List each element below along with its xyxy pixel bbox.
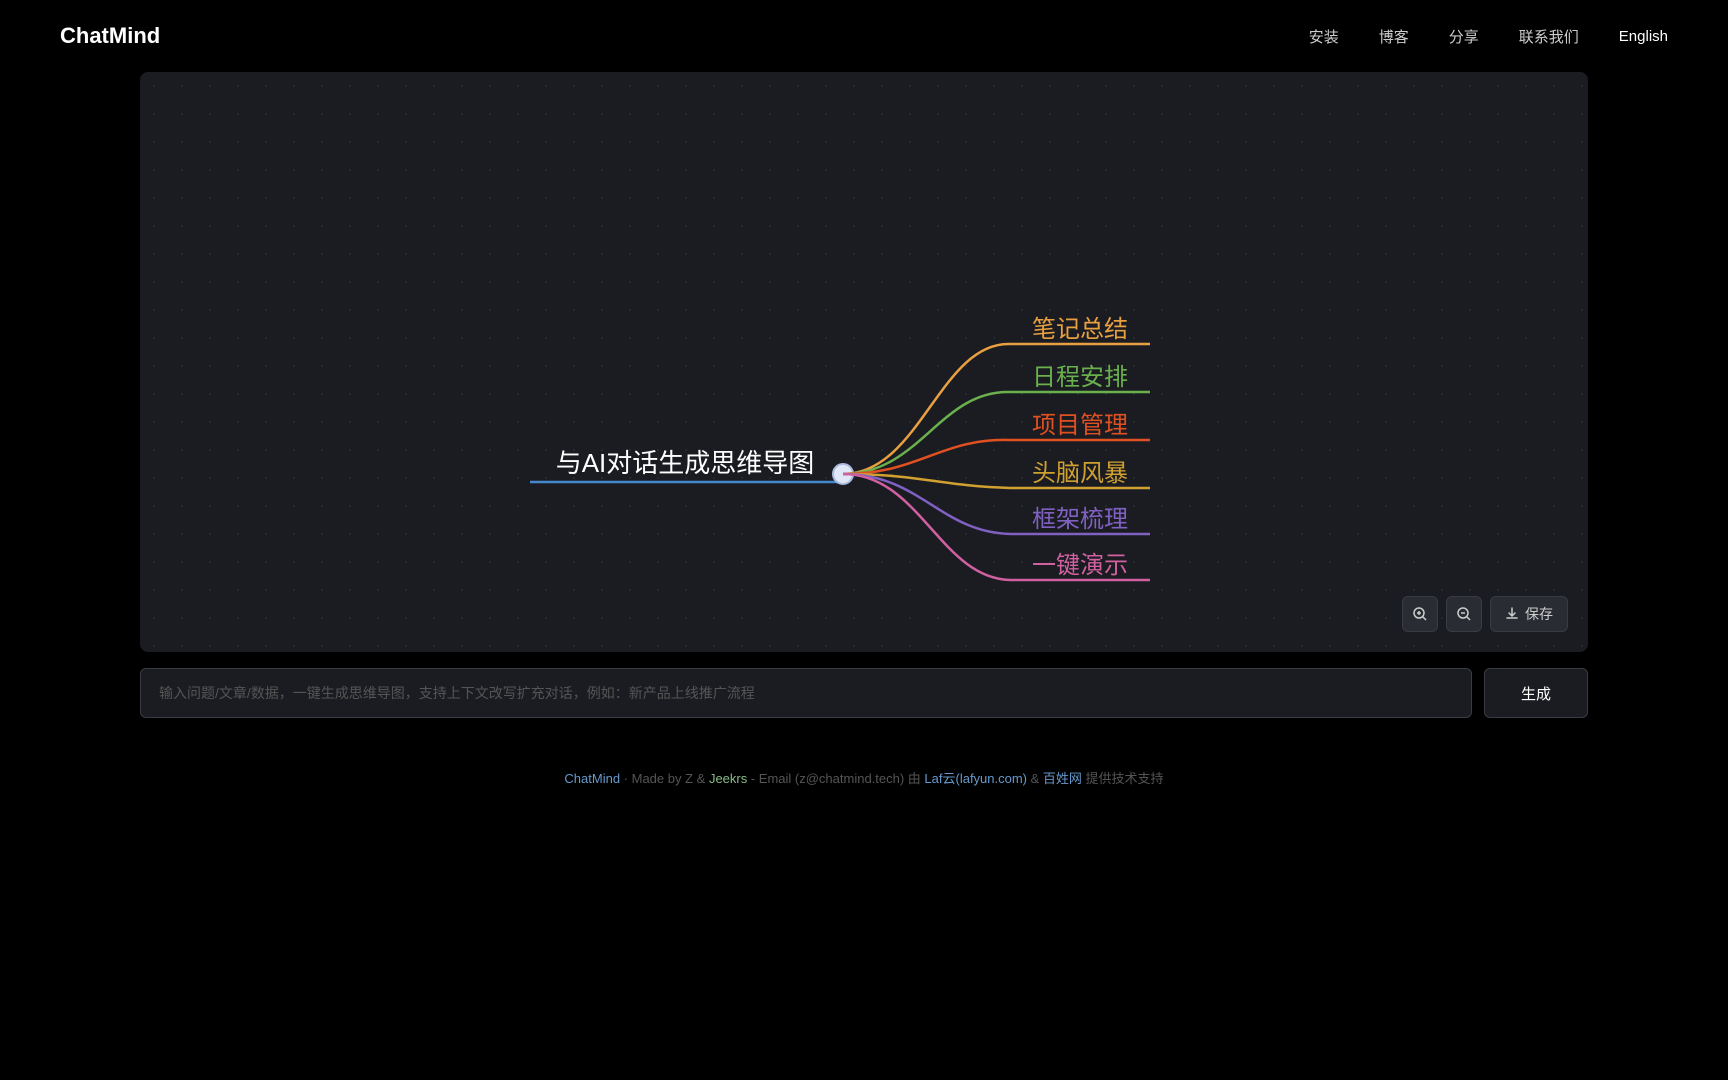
generate-button[interactable]: 生成 [1484,668,1588,718]
zoom-in-button[interactable] [1402,596,1438,632]
svg-text:头脑风暴: 头脑风暴 [1032,460,1128,487]
mindmap-svg: 与AI对话生成思维导图 笔记总结 日程安排 项目管理 头脑风暴 框架梳理 一键演… [140,72,1588,652]
svg-text:笔记总结: 笔记总结 [1032,316,1128,343]
footer-text1: · Made by Z & [620,771,709,786]
save-icon [1505,607,1519,621]
nav-install[interactable]: 安装 [1309,26,1339,47]
nav-blog[interactable]: 博客 [1379,26,1409,47]
footer-text3: & [1027,771,1043,786]
mindmap-canvas-container: 与AI对话生成思维导图 笔记总结 日程安排 项目管理 头脑风暴 框架梳理 一键演… [140,72,1588,652]
svg-text:日程安排: 日程安排 [1032,364,1128,391]
save-button[interactable]: 保存 [1490,596,1568,632]
footer-text2: - Email (z@chatmind.tech) 由 [747,771,924,786]
input-area: 生成 [140,668,1588,718]
chat-input[interactable] [140,668,1472,718]
footer-text4: 提供技术支持 [1082,771,1164,786]
zoom-out-button[interactable] [1446,596,1482,632]
svg-text:项目管理: 项目管理 [1032,412,1128,439]
footer: ChatMind · Made by Z & Jeekrs - Email (z… [0,768,1728,807]
footer-baishiwang-link[interactable]: 百姓网 [1043,771,1082,786]
footer-laf-link[interactable]: Laf云(lafyun.com) [924,771,1027,786]
nav-share[interactable]: 分享 [1449,26,1479,47]
svg-text:框架梳理: 框架梳理 [1032,506,1128,533]
nav-links: 安装 博客 分享 联系我们 English [1309,26,1668,47]
canvas-toolbar: 保存 [1402,596,1568,632]
nav-contact[interactable]: 联系我们 [1519,26,1579,47]
zoom-out-icon [1456,606,1472,622]
zoom-in-icon [1412,606,1428,622]
save-label: 保存 [1525,604,1553,624]
navbar: ChatMind 安装 博客 分享 联系我们 English [0,0,1728,72]
center-node-text: 与AI对话生成思维导图 [556,448,815,478]
language-toggle[interactable]: English [1619,28,1668,45]
footer-brand-link[interactable]: ChatMind [564,771,620,786]
svg-text:一键演示: 一键演示 [1032,552,1128,579]
logo[interactable]: ChatMind [60,23,160,49]
footer-jeekrs-link[interactable]: Jeekrs [709,771,747,786]
